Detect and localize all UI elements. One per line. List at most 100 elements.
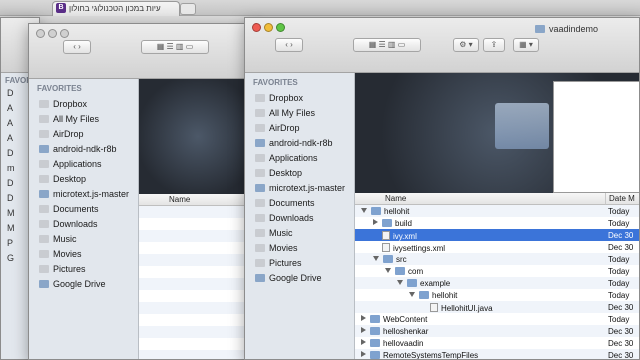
movies-icon <box>39 250 49 258</box>
sidebar-item-desktop[interactable]: Desktop <box>255 168 302 183</box>
back-sidebar-item[interactable]: A <box>7 118 13 128</box>
applications-icon <box>255 154 265 162</box>
new-tab-button[interactable] <box>180 3 196 15</box>
disclosure-closed-icon[interactable] <box>361 339 366 345</box>
table-row[interactable]: hellohit Today <box>355 289 639 301</box>
back-sidebar-item[interactable]: m <box>7 163 15 173</box>
sidebar-item-pictures[interactable]: Pictures <box>39 264 86 279</box>
sidebar-item-label: android-ndk-r8b <box>269 138 333 148</box>
sidebar-item-airdrop[interactable]: AirDrop <box>255 123 300 138</box>
folder-icon <box>407 279 417 287</box>
sidebar-item-applications[interactable]: Applications <box>255 153 318 168</box>
back-sidebar-item[interactable]: D <box>7 88 14 98</box>
close-button[interactable] <box>36 29 45 38</box>
folder-icon <box>370 327 380 335</box>
airdrop-icon <box>255 124 265 132</box>
date-modified: Today <box>608 279 630 288</box>
table-row[interactable]: HellohitUI.java Dec 30 <box>355 301 639 313</box>
minimize-button[interactable] <box>48 29 57 38</box>
disclosure-closed-icon[interactable] <box>361 315 366 321</box>
back-forward-button[interactable]: ‹ › <box>63 40 91 54</box>
table-row[interactable]: build Today <box>355 217 639 229</box>
file-list <box>139 206 257 359</box>
name-column-header[interactable]: Name <box>139 194 257 206</box>
disclosure-closed-icon[interactable] <box>361 327 366 333</box>
music-icon <box>39 235 49 243</box>
sidebar-item-movies[interactable]: Movies <box>39 249 82 264</box>
sidebar-item-music[interactable]: Music <box>255 228 293 243</box>
disclosure-open-icon[interactable] <box>409 292 415 297</box>
sidebar-item-microtext-js-master[interactable]: microtext.js-master <box>39 189 129 204</box>
zoom-button[interactable] <box>276 23 285 32</box>
sidebar-item-downloads[interactable]: Downloads <box>39 219 98 234</box>
share-button[interactable]: ⇪ <box>483 38 505 52</box>
table-row[interactable]: ivysettings.xml Dec 30 <box>355 241 639 253</box>
back-sidebar-item[interactable]: G <box>7 253 14 263</box>
browser-tab[interactable]: עיות במכון הטכנולוגי בחולון <box>52 1 180 16</box>
name-column-header[interactable]: Name <box>355 193 605 205</box>
back-forward-button[interactable]: ‹ › <box>275 38 303 52</box>
sidebar-item-all-my-files[interactable]: All My Files <box>255 108 315 123</box>
table-row[interactable]: hellohit Today <box>355 205 639 217</box>
sidebar-item-airdrop[interactable]: AirDrop <box>39 129 84 144</box>
table-row[interactable]: RemoteSystemsTempFiles Dec 30 <box>355 349 639 359</box>
table-row[interactable]: hellovaadin Dec 30 <box>355 337 639 349</box>
disclosure-open-icon[interactable] <box>385 268 391 273</box>
table-row[interactable]: helloshenkar Dec 30 <box>355 325 639 337</box>
folder-icon <box>383 255 393 263</box>
sidebar-item-label: Google Drive <box>53 279 106 289</box>
sidebar-item-google-drive[interactable]: Google Drive <box>39 279 106 294</box>
disclosure-open-icon[interactable] <box>373 256 379 261</box>
sidebar-item-label: Google Drive <box>269 273 322 283</box>
table-row[interactable]: src Today <box>355 253 639 265</box>
sidebar-item-label: android-ndk-r8b <box>53 144 117 154</box>
back-sidebar-item[interactable]: M <box>7 223 15 233</box>
sidebar-item-dropbox[interactable]: Dropbox <box>39 99 87 114</box>
sidebar-item-movies[interactable]: Movies <box>255 243 298 258</box>
disclosure-closed-icon[interactable] <box>373 219 378 225</box>
sidebar-item-pictures[interactable]: Pictures <box>255 258 302 273</box>
sidebar-item-label: Music <box>53 234 77 244</box>
view-mode-buttons[interactable]: ▦ ☰ ▥ ▭ <box>141 40 209 54</box>
sidebar-item-android-ndk-r8b[interactable]: android-ndk-r8b <box>255 138 333 153</box>
action-gear-button[interactable]: ⚙ ▾ <box>453 38 479 52</box>
disclosure-open-icon[interactable] <box>397 280 403 285</box>
sidebar-item-applications[interactable]: Applications <box>39 159 102 174</box>
sidebar-item-all-my-files[interactable]: All My Files <box>39 114 99 129</box>
sidebar-heading: FAVORITES <box>37 84 82 93</box>
back-sidebar-item[interactable]: M <box>7 208 15 218</box>
sidebar-item-label: Movies <box>269 243 298 253</box>
arrange-button[interactable]: ▦ ▾ <box>513 38 539 52</box>
back-sidebar-item[interactable]: D <box>7 178 14 188</box>
back-sidebar-item[interactable]: D <box>7 148 14 158</box>
sidebar-item-label: Pictures <box>53 264 86 274</box>
sidebar-item-documents[interactable]: Documents <box>39 204 99 219</box>
disclosure-open-icon[interactable] <box>361 208 367 213</box>
documents-icon <box>39 205 49 213</box>
sidebar-item-documents[interactable]: Documents <box>255 198 315 213</box>
date-column-header[interactable]: Date M <box>605 193 639 205</box>
disclosure-closed-icon[interactable] <box>361 351 366 357</box>
sidebar-item-desktop[interactable]: Desktop <box>39 174 86 189</box>
table-row[interactable]: WebContent Today <box>355 313 639 325</box>
sidebar-item-downloads[interactable]: Downloads <box>255 213 314 228</box>
back-sidebar-item[interactable]: A <box>7 133 13 143</box>
minimize-button[interactable] <box>264 23 273 32</box>
empty-row <box>139 206 257 218</box>
table-row[interactable]: com Today <box>355 265 639 277</box>
back-sidebar-item[interactable]: A <box>7 103 13 113</box>
table-row[interactable]: ivy.xml Dec 30 <box>355 229 639 241</box>
table-row[interactable]: example Today <box>355 277 639 289</box>
sidebar-item-music[interactable]: Music <box>39 234 77 249</box>
close-button[interactable] <box>252 23 261 32</box>
zoom-button[interactable] <box>60 29 69 38</box>
sidebar-item-microtext-js-master[interactable]: microtext.js-master <box>255 183 345 198</box>
back-sidebar-item[interactable]: P <box>7 238 13 248</box>
sidebar-item-android-ndk-r8b[interactable]: android-ndk-r8b <box>39 144 117 159</box>
back-sidebar-item[interactable]: D <box>7 193 14 203</box>
sidebar-item-google-drive[interactable]: Google Drive <box>255 273 322 288</box>
empty-row <box>139 338 257 350</box>
view-mode-buttons[interactable]: ▦ ☰ ▥ ▭ <box>353 38 421 52</box>
sidebar-item-dropbox[interactable]: Dropbox <box>255 93 303 108</box>
column-label: Name <box>385 194 407 203</box>
